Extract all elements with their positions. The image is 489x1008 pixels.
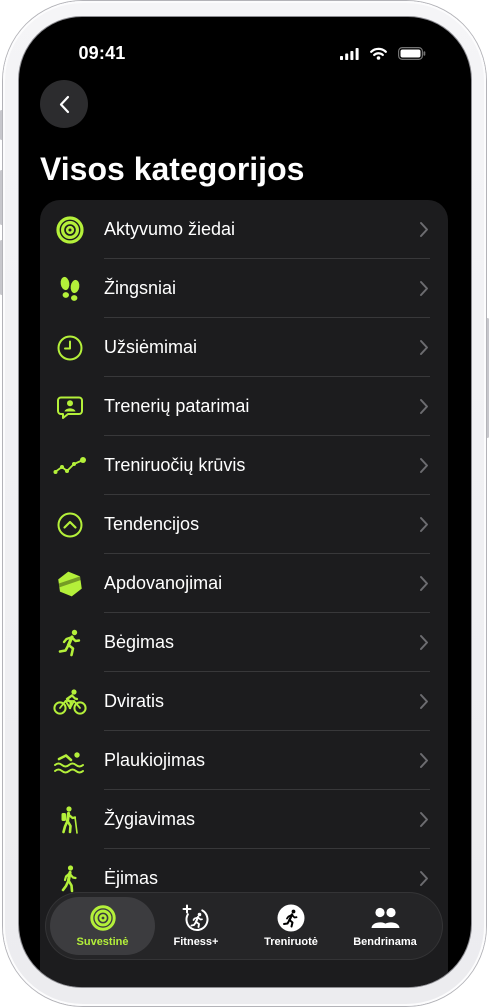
- clock-icon: [53, 333, 87, 363]
- category-row-coaching-tips[interactable]: Trenerių patarimai: [40, 377, 448, 436]
- category-label: Dviratis: [104, 691, 165, 711]
- cycling-icon: [53, 687, 87, 717]
- chevron-right-icon: [419, 398, 429, 415]
- tab-workout[interactable]: Treniruotė: [245, 892, 337, 960]
- training-load-icon: [53, 451, 87, 481]
- category-row-awards[interactable]: Apdovanojimai: [40, 554, 448, 613]
- back-button[interactable]: [40, 80, 88, 128]
- chevron-right-icon: [419, 634, 429, 651]
- activity-rings-icon: [53, 215, 87, 245]
- chevron-right-icon: [419, 575, 429, 592]
- category-row-activity-rings[interactable]: Aktyvumo žiedai: [40, 200, 448, 259]
- category-label: Trenerių patarimai: [104, 396, 250, 416]
- footprints-icon: [53, 274, 87, 304]
- chevron-right-icon: [419, 693, 429, 710]
- tab-bar: Suvestinė Fitness+ Treniruotė Bendrinama: [45, 892, 443, 960]
- tab-sharing[interactable]: Bendrinama: [339, 892, 431, 960]
- coaching-tips-icon: [53, 392, 87, 422]
- page-title: Visos kategorijos: [40, 151, 305, 187]
- sharing-icon: [368, 904, 402, 932]
- chevron-right-icon: [419, 339, 429, 356]
- chevron-right-icon: [419, 280, 429, 297]
- chevron-right-icon: [419, 457, 429, 474]
- category-row-swimming[interactable]: Plaukiojimas: [40, 731, 448, 790]
- category-label: Treniruočių krūvis: [104, 455, 246, 475]
- hiking-icon: [53, 805, 87, 835]
- category-label: Plaukiojimas: [104, 750, 206, 770]
- category-label: Žygiavimas: [104, 809, 196, 829]
- awards-icon: [53, 569, 87, 599]
- category-label: Apdovanojimai: [104, 573, 223, 593]
- tab-label: Bendrinama: [353, 936, 417, 948]
- workout-icon: [274, 904, 308, 932]
- categories-list: Aktyvumo žiedai Žingsniai Užsiėmimai Tre…: [40, 200, 448, 987]
- chevron-right-icon: [419, 752, 429, 769]
- category-row-trends[interactable]: Tendencijos: [40, 495, 448, 554]
- chevron-right-icon: [419, 516, 429, 533]
- chevron-right-icon: [419, 221, 429, 238]
- battery-icon: [398, 47, 426, 61]
- status-time: 09:41: [78, 43, 126, 63]
- category-label: Žingsniai: [104, 278, 177, 298]
- tab-label: Treniruotė: [264, 936, 318, 948]
- cellular-signal-icon: [340, 48, 359, 60]
- wifi-icon: [370, 47, 387, 60]
- category-row-cycling[interactable]: Dviratis: [40, 672, 448, 731]
- category-label: Užsiėmimai: [104, 337, 198, 357]
- phone-frame: 09:41 Visos kategorijos Aktyvumo žiedai …: [3, 1, 486, 1006]
- category-row-running[interactable]: Bėgimas: [40, 613, 448, 672]
- category-label: Ėjimas: [104, 868, 159, 888]
- chevron-right-icon: [419, 811, 429, 828]
- summary-rings-icon: [86, 904, 120, 932]
- trends-icon: [53, 510, 87, 540]
- chevron-left-icon: [59, 95, 70, 114]
- category-label: Bėgimas: [104, 632, 175, 652]
- fitness-plus-icon: [179, 904, 213, 932]
- category-row-hiking[interactable]: Žygiavimas: [40, 790, 448, 849]
- category-row-training-load[interactable]: Treniruočių krūvis: [40, 436, 448, 495]
- chevron-right-icon: [419, 870, 429, 887]
- category-label: Tendencijos: [104, 514, 200, 534]
- swimming-icon: [53, 746, 87, 776]
- tab-summary[interactable]: Suvestinė: [50, 897, 155, 955]
- tab-fitness-plus[interactable]: Fitness+: [150, 892, 242, 960]
- category-label: Aktyvumo žiedai: [104, 219, 236, 239]
- screen: 09:41 Visos kategorijos Aktyvumo žiedai …: [19, 17, 471, 987]
- tab-label: Fitness+: [173, 936, 219, 948]
- category-row-steps[interactable]: Žingsniai: [40, 259, 448, 318]
- running-icon: [53, 628, 87, 658]
- category-row-sessions[interactable]: Užsiėmimai: [40, 318, 448, 377]
- tab-label: Suvestinė: [76, 936, 129, 948]
- walking-icon: [53, 864, 87, 894]
